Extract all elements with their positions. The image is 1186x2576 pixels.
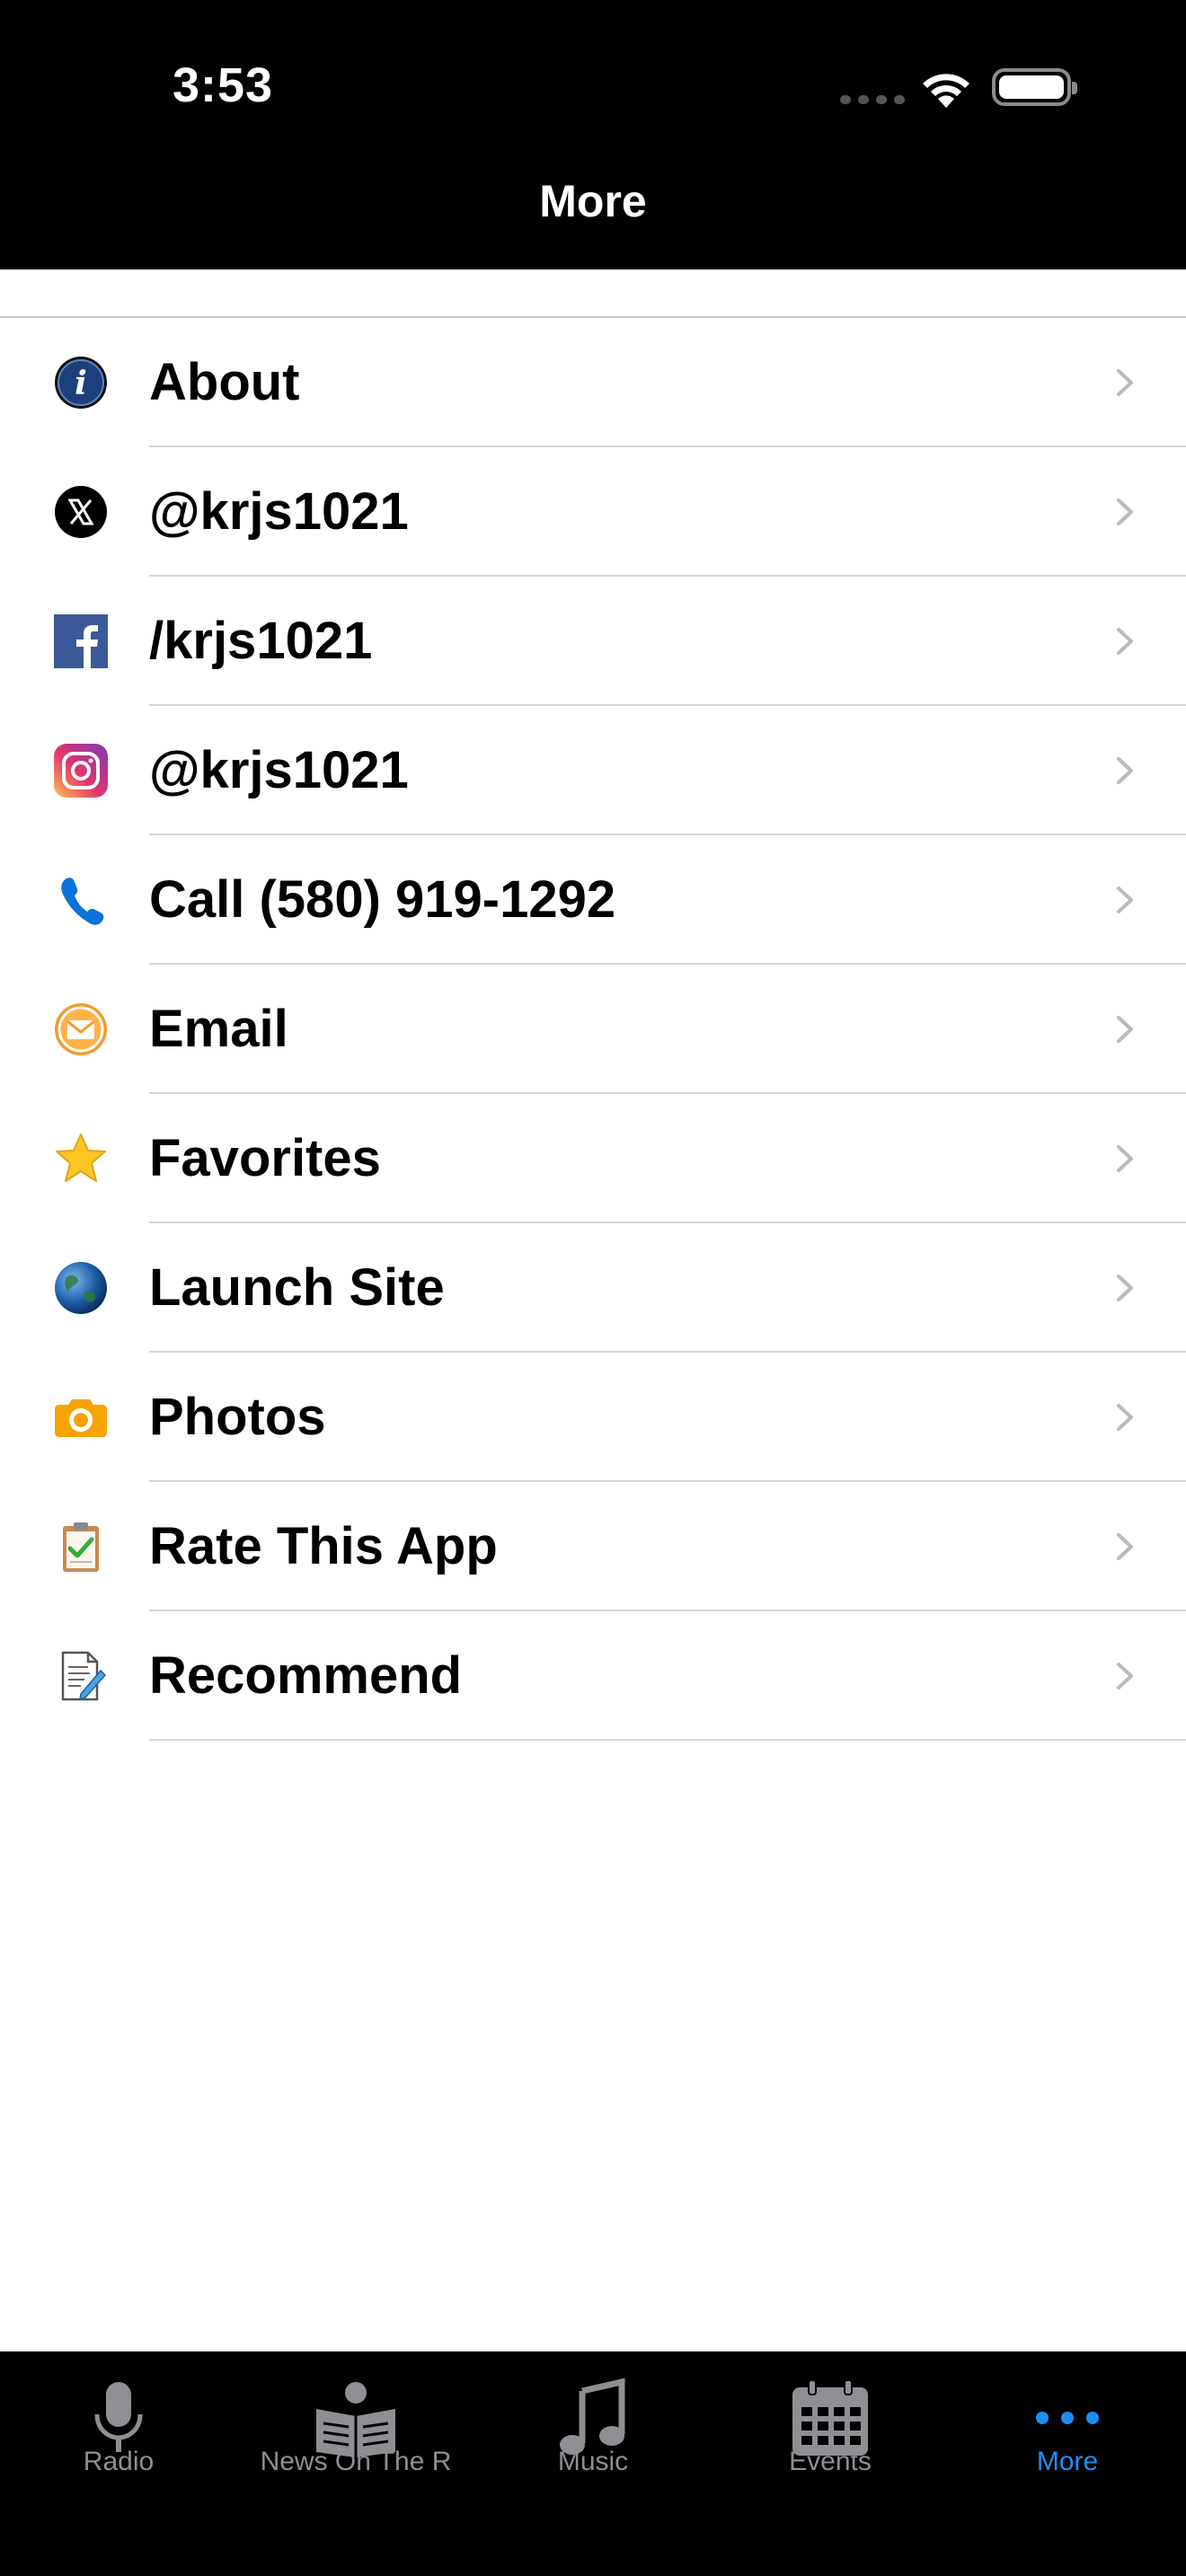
tab-events[interactable]: Events [712, 2351, 949, 2576]
clipboard-check-icon [54, 1520, 108, 1574]
chevron-right-icon [1117, 1404, 1133, 1431]
globe-icon [54, 1261, 108, 1315]
battery-icon [992, 68, 1077, 106]
phone-icon [54, 873, 108, 927]
page-title: More [539, 176, 647, 226]
navigation-bar: More [0, 171, 1186, 269]
menu-item-email[interactable]: Email [0, 965, 1186, 1094]
cellular-signal-icon [840, 95, 905, 104]
menu-item-label: Photos [149, 1388, 326, 1446]
tab-label: Radio [83, 2447, 155, 2476]
envelope-icon [54, 1002, 108, 1056]
tab-bar: Radio News On The R Music Events More [0, 2351, 1186, 2576]
x-logo-icon [54, 485, 108, 539]
chevron-right-icon [1117, 628, 1133, 655]
tab-more[interactable]: More [949, 2351, 1186, 2576]
tab-news[interactable]: News On The R [237, 2351, 474, 2576]
facebook-icon [54, 614, 108, 668]
menu-item-label: Launch Site [149, 1258, 445, 1317]
instagram-icon [54, 744, 108, 798]
star-icon [54, 1132, 108, 1186]
chevron-right-icon [1117, 757, 1133, 784]
info-icon: i [54, 356, 108, 410]
menu-item-photos[interactable]: Photos [0, 1353, 1186, 1482]
menu-item-favorites[interactable]: Favorites [0, 1094, 1186, 1223]
status-bar: 3:53 [0, 0, 1186, 171]
menu-item-label: Email [149, 1000, 288, 1058]
svg-text:i: i [75, 365, 87, 402]
wifi-icon [923, 74, 969, 108]
tab-label: Music [557, 2447, 629, 2476]
menu-item-launch-site[interactable]: Launch Site [0, 1223, 1186, 1353]
chevron-right-icon [1117, 887, 1133, 913]
menu-item-about[interactable]: i About [0, 318, 1186, 447]
menu-item-label: Recommend [149, 1646, 463, 1705]
camera-icon [54, 1390, 108, 1444]
tab-radio[interactable]: Radio [0, 2351, 237, 2576]
chevron-right-icon [1117, 369, 1133, 396]
menu-item-label: @krjs1021 [149, 741, 409, 799]
menu-item-instagram[interactable]: @krjs1021 [0, 706, 1186, 835]
more-menu-list: i About @krjs1021 /krjs1021 @krjs1021 Ca… [0, 316, 1186, 1741]
menu-item-label: Rate This App [149, 1517, 498, 1575]
menu-item-call[interactable]: Call (580) 919-1292 [0, 835, 1186, 965]
chevron-right-icon [1117, 1145, 1133, 1172]
menu-item-rate-this-app[interactable]: Rate This App [0, 1482, 1186, 1611]
menu-item-label: About [149, 353, 300, 411]
chevron-right-icon [1117, 498, 1133, 525]
menu-item-x-account[interactable]: @krjs1021 [0, 447, 1186, 577]
chevron-right-icon [1117, 1533, 1133, 1560]
separator [149, 1739, 1186, 1741]
document-pencil-icon [54, 1649, 108, 1703]
status-time: 3:53 [173, 58, 274, 112]
tab-label: Events [789, 2447, 872, 2476]
tab-label: News On The R [260, 2447, 452, 2476]
chevron-right-icon [1117, 1016, 1133, 1043]
menu-item-recommend[interactable]: Recommend [0, 1611, 1186, 1741]
chevron-right-icon [1117, 1275, 1133, 1301]
tab-music[interactable]: Music [474, 2351, 712, 2576]
menu-item-label: @krjs1021 [149, 482, 409, 541]
menu-item-label: /krjs1021 [149, 612, 373, 670]
menu-item-facebook[interactable]: /krjs1021 [0, 577, 1186, 706]
tab-label: More [1036, 2447, 1099, 2476]
menu-item-label: Favorites [149, 1129, 381, 1187]
chevron-right-icon [1117, 1663, 1133, 1689]
menu-item-label: Call (580) 919-1292 [149, 870, 616, 929]
